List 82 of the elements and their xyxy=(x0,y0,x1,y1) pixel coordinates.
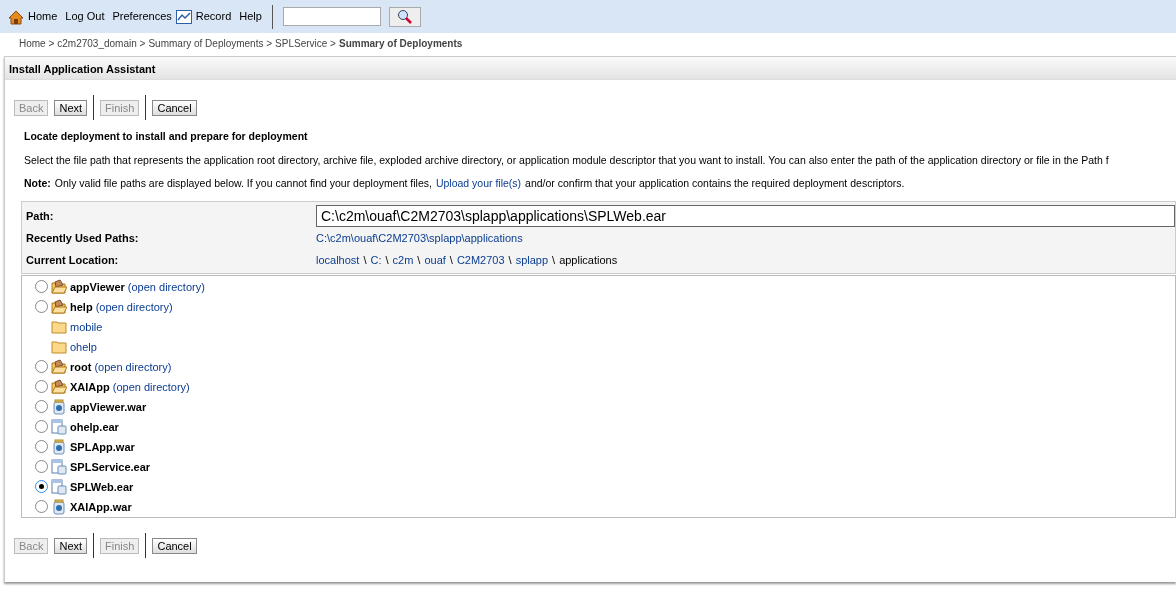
folder-icon xyxy=(51,318,67,335)
path-field[interactable]: C:\c2m\ouaf\C2M2703\splapp\applications\SPLWeb.ear xyxy=(316,204,1175,227)
wizard-button[interactable]: Cancel xyxy=(152,537,197,554)
location-link[interactable]: localhost xyxy=(316,251,360,269)
toolbar-link[interactable]: Log Out xyxy=(65,8,105,25)
radio-button[interactable] xyxy=(35,420,48,434)
open-directory-link[interactable]: (open directory) xyxy=(94,358,172,376)
open-folder-icon xyxy=(51,358,67,375)
search-icon xyxy=(397,9,413,24)
path-separator: \ xyxy=(385,252,389,268)
search-button[interactable] xyxy=(388,6,421,27)
location-link[interactable]: C2M2703 xyxy=(456,251,505,269)
jar-icon xyxy=(51,498,67,515)
open-directory-link[interactable]: (open directory) xyxy=(95,298,173,316)
path-separator: \ xyxy=(363,252,367,268)
wizard-button[interactable]: Next xyxy=(54,99,88,116)
recent-path-link[interactable]: C:\c2m\ouaf\C2M2703\splapp\applications xyxy=(316,229,523,247)
toolbar-link[interactable]: Preferences xyxy=(112,8,172,25)
breadcrumb-link[interactable]: SPLService > xyxy=(275,36,336,55)
breadcrumb-link[interactable]: Summary of Deployments > xyxy=(148,36,273,55)
home-icon xyxy=(8,8,24,25)
location-link[interactable]: splapp xyxy=(515,251,549,269)
radio-button[interactable] xyxy=(35,380,48,394)
path-separator: \ xyxy=(552,252,556,268)
note-label: Note: xyxy=(24,177,51,190)
path-separator: \ xyxy=(449,252,453,268)
radio-button[interactable] xyxy=(35,460,48,474)
file-name: SPLWeb.ear xyxy=(70,479,134,495)
breadcrumb-current: Summary of Deployments xyxy=(338,37,463,51)
path-separator: \ xyxy=(508,252,512,268)
open-folder-icon xyxy=(51,298,67,315)
file-name: appViewer xyxy=(70,279,125,295)
jar-icon xyxy=(51,398,67,415)
wizard-button[interactable]: Cancel xyxy=(152,99,197,116)
toolbar-link[interactable]: Help xyxy=(239,8,262,25)
file-name: root xyxy=(70,359,92,375)
radio-button[interactable] xyxy=(35,440,48,454)
file-name: help xyxy=(70,299,93,315)
file-name: SPLApp.war xyxy=(70,439,135,455)
radio-button[interactable] xyxy=(35,500,48,514)
upload-link[interactable]: Upload your file(s) xyxy=(435,177,522,190)
archive-icon xyxy=(51,478,67,495)
radio-button[interactable] xyxy=(35,400,48,414)
field-label: Path: xyxy=(26,208,55,224)
file-name: XAIApp.war xyxy=(70,499,132,515)
home-link[interactable]: Home xyxy=(28,8,58,25)
open-directory-link[interactable]: (open directory) xyxy=(112,378,190,396)
radio-button[interactable] xyxy=(35,280,48,294)
description-text: Select the file path that represents the application root directory, archive file, exploded archive directory, or application module descriptor that you want to install. You can also enter the path of the application directory or file in the Path f xyxy=(24,153,1110,168)
jar-icon xyxy=(51,438,67,455)
breadcrumb-link[interactable]: Home > xyxy=(19,36,55,55)
radio-button[interactable] xyxy=(35,300,48,314)
note-text: Only valid file paths are displayed below. If you cannot find your deployment files, xyxy=(54,177,432,190)
location-link[interactable]: ouaf xyxy=(424,251,446,269)
folder-link[interactable]: mobile xyxy=(70,318,103,336)
breadcrumb-link[interactable]: c2m2703_domain > xyxy=(57,36,146,55)
folder-icon xyxy=(51,338,67,355)
chart-icon xyxy=(175,8,192,25)
wizard-button[interactable]: Next xyxy=(54,537,88,554)
open-folder-icon xyxy=(51,278,67,295)
field-label: Current Location: xyxy=(26,252,120,268)
location-current: applications xyxy=(559,252,618,268)
archive-icon xyxy=(51,458,67,475)
path-separator: \ xyxy=(417,252,421,268)
radio-button[interactable] xyxy=(35,360,48,374)
open-folder-icon xyxy=(51,378,67,395)
file-name: XAIApp xyxy=(70,379,110,395)
radio-button[interactable] xyxy=(35,480,48,494)
location-link[interactable]: C: xyxy=(370,251,382,269)
section-heading: Locate deployment to install and prepare for deployment xyxy=(24,130,309,144)
file-name: SPLService.ear xyxy=(70,459,151,475)
archive-icon xyxy=(51,418,67,435)
file-name: appViewer.war xyxy=(70,399,147,415)
panel-title: Install Application Assistant xyxy=(5,57,1176,80)
field-label: Recently Used Paths: xyxy=(26,230,140,246)
location-link[interactable]: c2m xyxy=(392,251,414,269)
search-field[interactable] xyxy=(282,7,381,26)
toolbar-link[interactable]: Record xyxy=(195,8,232,25)
file-name: ohelp.ear xyxy=(70,419,119,435)
note-text: and/or confirm that your application contains the required deployment descriptors. xyxy=(525,177,905,190)
open-directory-link[interactable]: (open directory) xyxy=(127,278,205,296)
folder-link[interactable]: ohelp xyxy=(70,338,97,356)
